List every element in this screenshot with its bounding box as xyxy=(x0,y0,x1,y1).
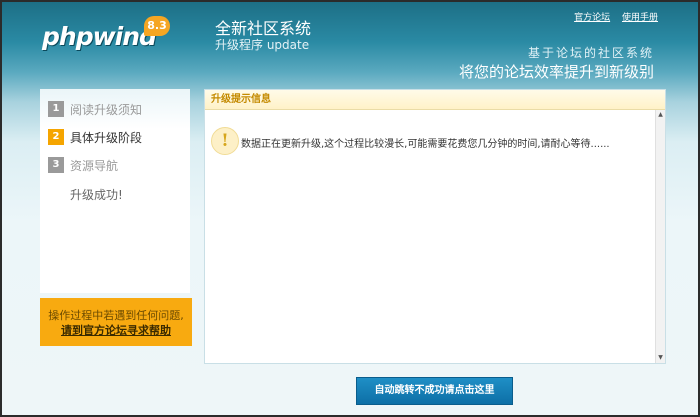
app-subtitle: 升级程序 update xyxy=(215,38,310,52)
step-label: 资源导航 xyxy=(70,158,119,173)
scroll-up-icon[interactable]: ▲ xyxy=(656,110,665,120)
version-badge: 8.3 xyxy=(144,16,170,36)
help-box: 操作过程中若遇到任何问题, 请到官方论坛寻求帮助 xyxy=(40,298,192,346)
step-success: 升级成功! xyxy=(70,185,123,203)
scroll-down-icon[interactable]: ▼ xyxy=(656,353,665,363)
upgrade-message: 数据正在更新升级,这个过程比较漫长,可能需要花费您几分钟的时间,请耐心等待...… xyxy=(241,139,610,150)
official-forum-link[interactable]: 官方论坛 xyxy=(574,13,610,23)
phpwind-logo: phpwind xyxy=(42,22,157,51)
help-link[interactable]: 请到官方论坛寻求帮助 xyxy=(40,323,192,338)
panel-body: ! 数据正在更新升级,这个过程比较漫长,可能需要花费您几分钟的时间,请耐心等待.… xyxy=(205,110,655,363)
step-label: 升级成功! xyxy=(70,187,123,202)
scrollbar[interactable]: ▲ ▼ xyxy=(655,110,665,363)
installer-window: phpwind 8.3 全新社区系统 升级程序 update 官方论坛 使用手册… xyxy=(0,0,700,417)
step-resources: 3 资源导航 xyxy=(48,156,118,174)
exclamation-icon: ! xyxy=(211,127,239,155)
redirect-button[interactable]: 自动跳转不成功请点击这里 xyxy=(356,377,513,405)
slogan-large: 将您的论坛效率提升到新级别 xyxy=(458,63,654,81)
message-panel: 升级提示信息 ! 数据正在更新升级,这个过程比较漫长,可能需要花费您几分钟的时间… xyxy=(204,89,666,364)
step-label: 具体升级阶段 xyxy=(70,130,143,145)
panel-title: 升级提示信息 xyxy=(205,90,665,110)
steps-sidebar: 1 阅读升级须知 2 具体升级阶段 3 资源导航 升级成功! xyxy=(40,89,190,293)
step-read-notice: 1 阅读升级须知 xyxy=(48,100,142,118)
step-upgrade: 2 具体升级阶段 xyxy=(48,128,142,146)
help-text: 操作过程中若遇到任何问题, xyxy=(48,309,184,322)
top-links: 官方论坛 使用手册 xyxy=(565,10,658,23)
step-number: 2 xyxy=(48,129,64,145)
step-label: 阅读升级须知 xyxy=(70,102,143,117)
step-number: 1 xyxy=(48,101,64,117)
slogan-small: 基于论坛的社区系统 xyxy=(527,46,654,60)
step-number: 3 xyxy=(48,157,64,173)
user-manual-link[interactable]: 使用手册 xyxy=(622,13,658,23)
